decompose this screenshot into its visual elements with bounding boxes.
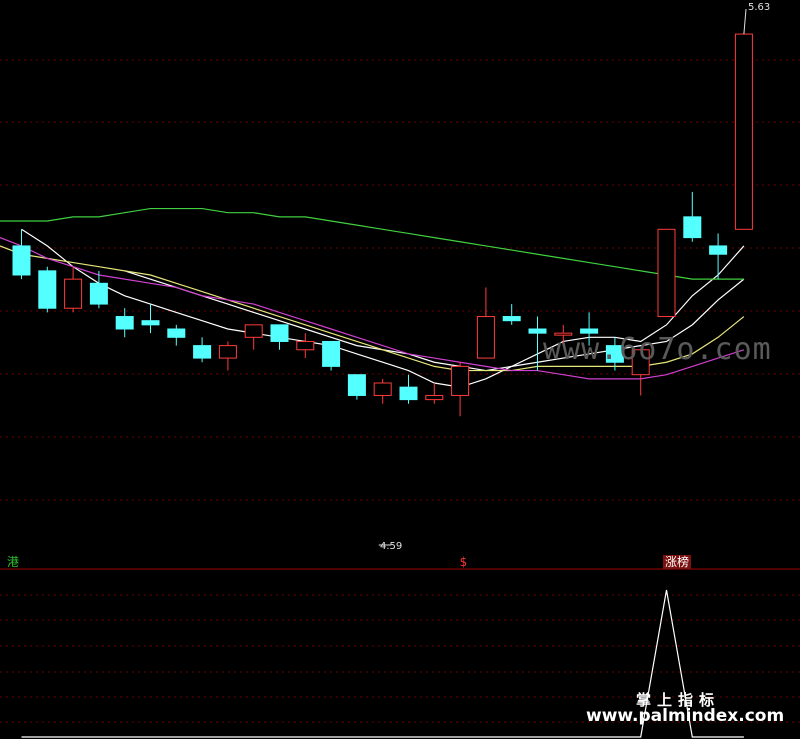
candle-body [734, 33, 753, 230]
candle-body [244, 324, 263, 338]
watermark-top: www.6o7o.com [543, 332, 772, 367]
signal-marker: $ [459, 555, 468, 569]
candle-body [502, 316, 521, 322]
candle-body [296, 340, 315, 351]
candle-body [399, 386, 418, 401]
candle-body [347, 374, 366, 396]
signal-marker: 港 [7, 555, 20, 569]
candle-body [167, 328, 186, 338]
candle-body [12, 245, 31, 276]
candle-body [373, 382, 392, 396]
high-price-label: 5.63 [748, 2, 771, 13]
candle-body [657, 228, 676, 318]
candle-body [476, 316, 495, 359]
signal-marker: 涨榜 [663, 555, 692, 569]
candle-body [141, 320, 160, 326]
candle-body [218, 345, 237, 359]
footer-url: www.palmindex.com [586, 706, 785, 726]
candle-body [193, 345, 212, 359]
candle-body [709, 245, 728, 255]
candle-body [451, 365, 470, 396]
high-pointer [743, 8, 747, 35]
low-price-label: 4.59 [380, 541, 403, 552]
candle-body [322, 340, 341, 367]
candle-body [425, 394, 444, 401]
candle-body [38, 270, 57, 309]
candle-body [683, 216, 702, 239]
candle-body [89, 282, 108, 305]
candle-body [64, 278, 83, 309]
chart-canvas: www.6o7o.com 5.63 4.59 港 $ 涨榜 掌上指标 www.pal… [0, 0, 800, 739]
candlestick-chart [0, 8, 800, 738]
candle-body [115, 316, 134, 330]
candle-body [270, 324, 289, 342]
